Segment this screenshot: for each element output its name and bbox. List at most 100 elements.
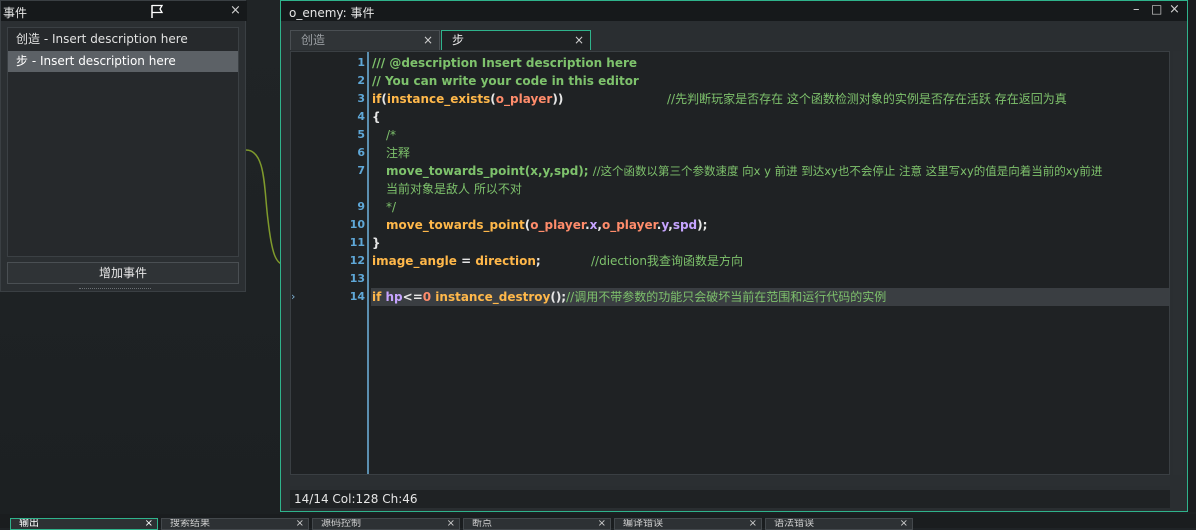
code-text: /* bbox=[386, 128, 397, 142]
maximize-button[interactable]: □ bbox=[1151, 2, 1162, 16]
tab-label: 源码控制 bbox=[321, 518, 361, 529]
code-token: o_player bbox=[495, 92, 553, 106]
tab-label: 断点 bbox=[472, 518, 492, 529]
event-item-step[interactable]: 步 - Insert description here bbox=[8, 51, 238, 72]
code-text: 当前对象是敌人 所以不对 bbox=[386, 182, 522, 196]
code-text: if(instance_exists(o_player)) bbox=[372, 90, 563, 108]
code-line: 1 /// @description Insert description he… bbox=[291, 54, 1169, 72]
code-token: spd bbox=[672, 218, 698, 232]
line-number: 11 bbox=[349, 236, 365, 249]
tab-label: 语法错误 bbox=[774, 518, 814, 529]
tab-step[interactable]: 步 × bbox=[441, 30, 591, 50]
code-comment: //diection我查询函数是方向 bbox=[591, 254, 744, 268]
tab-label: 编译错误 bbox=[623, 518, 663, 529]
horizontal-scrollbar[interactable] bbox=[290, 476, 1170, 486]
code-comment: //先判断玩家是否存在 这个函数检测对象的实例是否存在活跃 存在返回为真 bbox=[667, 92, 1067, 106]
tab-create-close-icon[interactable]: × bbox=[423, 31, 433, 50]
resize-grip[interactable] bbox=[79, 288, 151, 291]
line-number: 7 bbox=[357, 164, 365, 177]
code-line: 6 注释 bbox=[291, 144, 1169, 162]
code-text: 注释 bbox=[386, 146, 411, 160]
tab-compile-errors[interactable]: 编译错误 × bbox=[614, 518, 762, 530]
code-token: //调用不带参数的功能只会破坏当前在范围和运行代码的实例 bbox=[566, 290, 887, 304]
editor-titlebar[interactable]: o_enemy: 事件 – □ × bbox=[281, 1, 1187, 21]
code-token: )) bbox=[552, 92, 564, 106]
line-number: 13 bbox=[349, 272, 365, 285]
code-line: 当前对象是敌人 所以不对 bbox=[291, 180, 1169, 198]
code-text: /// @description Insert description here bbox=[372, 56, 638, 70]
code-token: (x,y,spd); bbox=[524, 164, 593, 178]
code-token: //这个函数以第三个参数速度 向x y 前进 到达xy也不会停止 注意 这里写x… bbox=[592, 164, 1103, 178]
events-close-button[interactable]: × bbox=[230, 3, 241, 19]
code-token: <= bbox=[402, 290, 423, 304]
code-text: { bbox=[372, 110, 381, 124]
code-token: move_towards_point bbox=[386, 218, 525, 232]
code-token: move_towards_point bbox=[386, 164, 525, 178]
events-list: 创造 - Insert description here 步 - Insert … bbox=[7, 27, 239, 257]
code-line: 4 { bbox=[291, 108, 1169, 126]
code-token: 0 bbox=[422, 290, 432, 304]
event-item-create[interactable]: 创造 - Insert description here bbox=[8, 29, 238, 50]
events-titlebar[interactable]: 事件 × bbox=[1, 1, 247, 21]
code-token: if bbox=[372, 290, 386, 304]
code-line: 14 if hp<=0 instance_destroy();//调用不带参数的… bbox=[291, 288, 1169, 306]
line-number: 1 bbox=[357, 56, 365, 69]
tab-breakpoints[interactable]: 断点 × bbox=[463, 518, 611, 530]
code-token: (); bbox=[550, 290, 567, 304]
code-token: o_player bbox=[601, 218, 657, 232]
code-token: ); bbox=[697, 218, 708, 232]
line-number: 2 bbox=[357, 74, 365, 87]
code-line: 12 image_angle = direction; //diection我查… bbox=[291, 252, 1169, 270]
tab-source-control[interactable]: 源码控制 × bbox=[312, 518, 460, 530]
line-number: 12 bbox=[349, 254, 365, 267]
line-number: 6 bbox=[357, 146, 365, 159]
tab-step-close-icon[interactable]: × bbox=[574, 31, 584, 50]
minimize-button[interactable]: – bbox=[1133, 2, 1140, 17]
code-line: 11 } bbox=[291, 234, 1169, 252]
code-line: 7 move_towards_point(x,y,spd); //这个函数以第三… bbox=[291, 162, 1169, 180]
flag-icon[interactable] bbox=[149, 3, 165, 19]
code-token: image_angle bbox=[372, 254, 457, 268]
tab-syntax-errors[interactable]: 语法错误 × bbox=[765, 518, 913, 530]
editor-title: o_enemy: 事件 bbox=[289, 6, 375, 20]
add-event-button[interactable]: 增加事件 bbox=[7, 262, 239, 284]
code-token: direction bbox=[475, 254, 536, 268]
code-line: 5 /* bbox=[291, 126, 1169, 144]
events-title: 事件 bbox=[3, 6, 28, 20]
code-area[interactable]: › 1 /// @description Insert description … bbox=[290, 51, 1170, 475]
code-line: 9 */ bbox=[291, 198, 1169, 216]
line-number: 5 bbox=[357, 128, 365, 141]
code-token: = bbox=[456, 254, 476, 268]
code-text: */ bbox=[386, 200, 397, 214]
tab-create-label: 创造 bbox=[301, 33, 326, 47]
code-token: o_player bbox=[530, 218, 586, 232]
code-line: 13 bbox=[291, 270, 1169, 288]
code-line: 3 if(instance_exists(o_player)) //先判断玩家是… bbox=[291, 90, 1169, 108]
code-token: hp bbox=[385, 290, 403, 304]
code-text: image_angle = direction; bbox=[372, 252, 541, 270]
tab-output[interactable]: 输出 × bbox=[10, 518, 158, 530]
status-bar: 14/14 Col:128 Ch:46 bbox=[290, 490, 1170, 508]
code-line: 2 // You can write your code in this edi… bbox=[291, 72, 1169, 90]
code-token: instance_destroy bbox=[431, 290, 551, 304]
code-text: move_towards_point(x,y,spd); //这个函数以第三个参… bbox=[386, 162, 1102, 180]
tab-create[interactable]: 创造 × bbox=[290, 30, 440, 50]
code-text: move_towards_point(o_player.x,o_player.y… bbox=[386, 216, 707, 234]
events-panel: 事件 × 创造 - Insert description here 步 - In… bbox=[0, 0, 247, 292]
code-token: if bbox=[372, 92, 382, 106]
editor-close-button[interactable]: × bbox=[1169, 2, 1180, 17]
code-token: ; bbox=[535, 254, 541, 268]
line-number: 14 bbox=[349, 290, 365, 303]
line-number: 3 bbox=[357, 92, 365, 105]
line-number: 4 bbox=[357, 110, 365, 123]
tab-label: 输出 bbox=[19, 518, 39, 529]
vertical-scrollbar[interactable] bbox=[1173, 51, 1183, 475]
tab-step-label: 步 bbox=[452, 33, 465, 47]
tab-search-results[interactable]: 搜索结果 × bbox=[161, 518, 309, 530]
line-number: 10 bbox=[349, 218, 365, 231]
code-text: if hp<=0 instance_destroy();//调用不带参数的功能只… bbox=[372, 288, 886, 306]
tab-label: 搜索结果 bbox=[170, 518, 210, 529]
code-text: } bbox=[372, 236, 381, 250]
right-edge-panel bbox=[1188, 0, 1196, 512]
code-token: instance_exists bbox=[386, 92, 491, 106]
